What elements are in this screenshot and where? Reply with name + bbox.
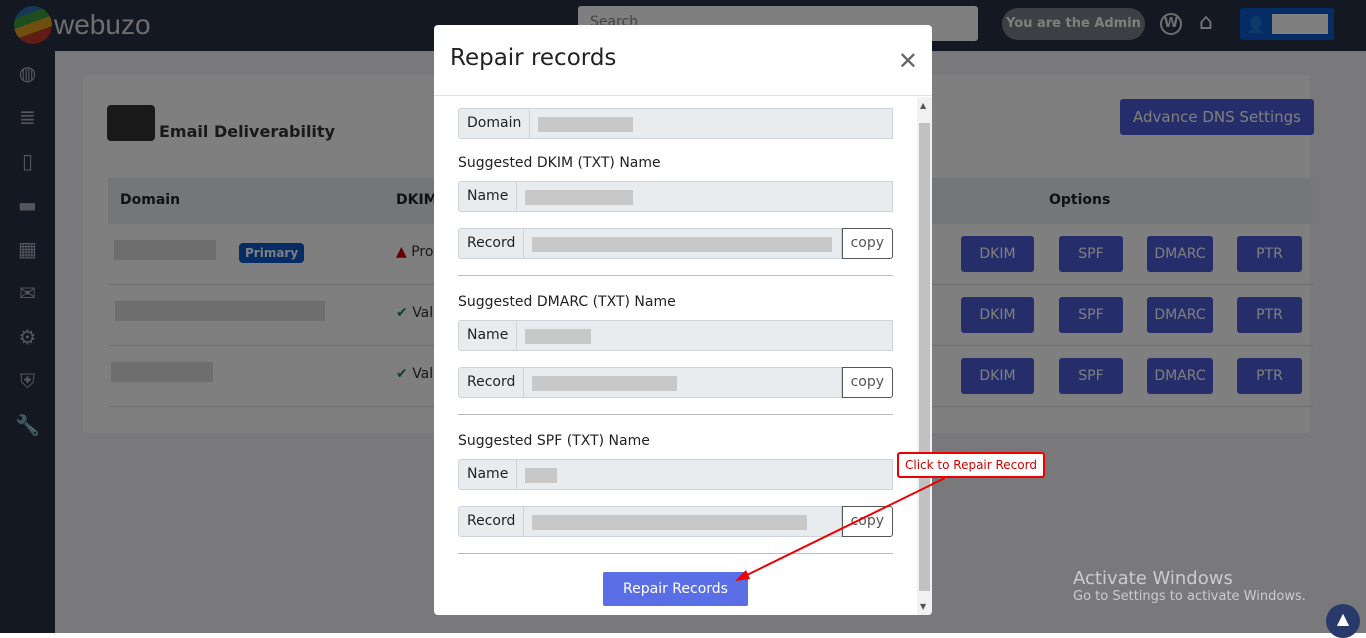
annotation-callout: Click to Repair Record — [897, 452, 1045, 478]
annotation-arrow — [735, 477, 946, 581]
